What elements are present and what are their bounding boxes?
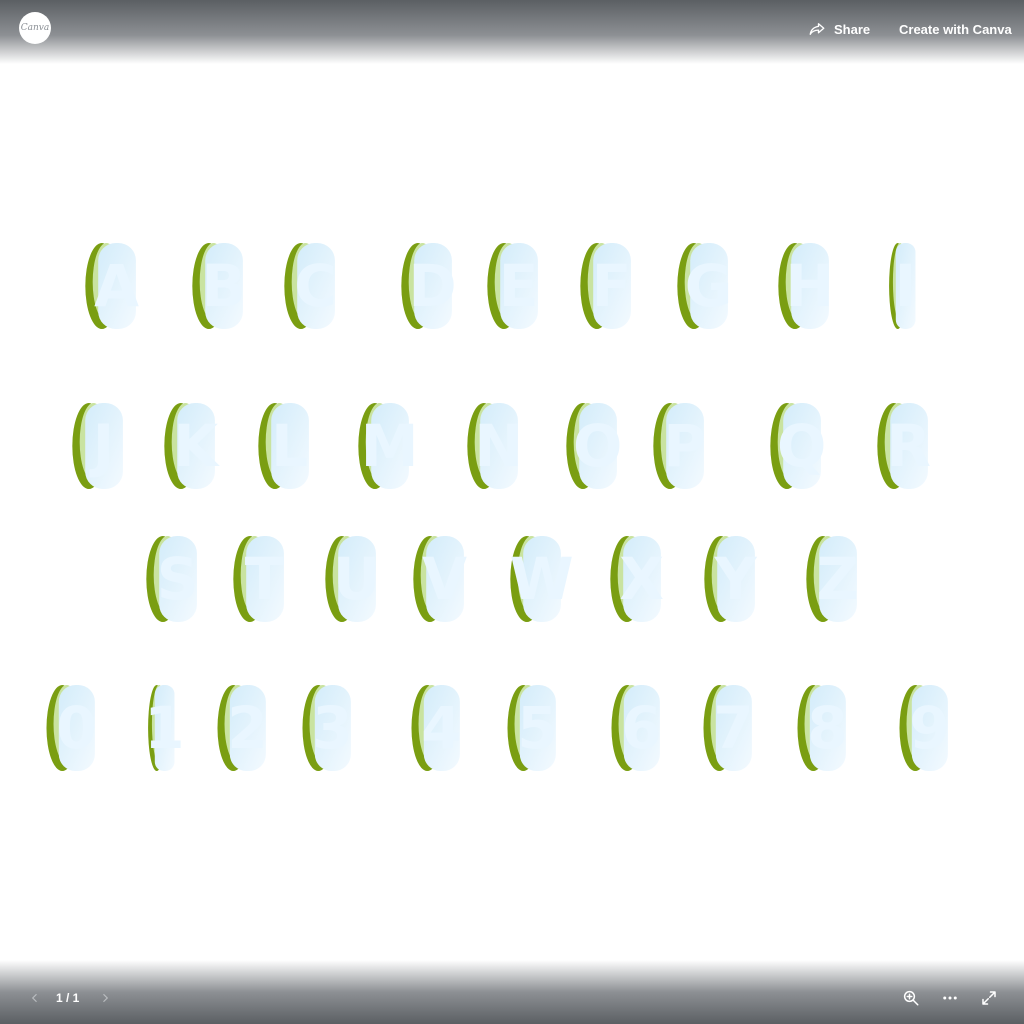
glyph-W: W (510, 536, 574, 622)
glyph-letter: Q (777, 412, 826, 480)
glyph-letter: S (157, 545, 199, 613)
previous-page-button[interactable] (28, 990, 42, 1006)
glyph-letter: F (592, 252, 632, 320)
glyph-letter: P (663, 412, 706, 480)
glyph-Q: Q (770, 403, 826, 489)
glyph-letter: 8 (807, 694, 847, 762)
more-options-icon (943, 996, 957, 1000)
glyph-letter: Y (714, 545, 758, 613)
glyph-letter: A (94, 252, 139, 320)
glyph-F: F (580, 243, 631, 329)
glyph-letter: I (895, 252, 917, 320)
alphabet-artwork: A B C D E F G H I J K L M N O P Q R S T U V W X Y Z 0 1 2 3 4 5 6 7 8 9 (46, 243, 950, 771)
glyph-8: 8 (797, 685, 848, 771)
glyph-4: 4 (411, 685, 462, 771)
glyph-letter: Z (817, 545, 859, 613)
glyph-J: J (72, 403, 123, 489)
chevron-right-icon (103, 993, 109, 1003)
glyph-Y: Y (704, 536, 758, 622)
glyph-letter: 6 (621, 694, 661, 762)
glyph-letter: W (510, 545, 574, 613)
glyph-letter: U (333, 545, 380, 613)
glyph-letter: D (409, 252, 457, 320)
glyph-K: K (164, 403, 220, 489)
design-canvas: ABC DEFGHI JKLMNOP QR STUVWXYZ 0123 456789 (0, 64, 1024, 960)
glyph-2: 2 (217, 685, 268, 771)
glyph-letter: 1 (144, 694, 184, 762)
zoom-button[interactable] (901, 988, 921, 1008)
glyph-B: B (192, 243, 246, 329)
glyph-I: I (889, 243, 916, 329)
glyph-A: A (85, 243, 139, 329)
glyph-5: 5 (507, 685, 558, 771)
glyph-letter: R (886, 412, 931, 480)
glyph-D: D (401, 243, 457, 329)
chevron-left-icon (31, 993, 37, 1003)
share-button[interactable]: Share (808, 18, 870, 40)
glyph-0: 0 (46, 685, 97, 771)
glyph-1: 1 (144, 685, 185, 771)
logo-text: Canva (20, 23, 50, 33)
glyph-letter: E (499, 252, 539, 320)
glyph-C: C (284, 243, 337, 329)
glyph-7: 7 (703, 685, 754, 771)
glyph-letter: M (361, 412, 419, 480)
glyph-letter: O (573, 412, 622, 480)
glyph-X: X (610, 536, 664, 622)
fullscreen-icon (982, 991, 996, 1005)
glyph-6: 6 (611, 685, 662, 771)
bottom-toolbar: 1 / 1 (0, 960, 1024, 1024)
glyph-letter: 7 (713, 694, 753, 762)
glyph-letter: 5 (517, 694, 557, 762)
glyph-letter: N (474, 412, 523, 480)
glyph-letter: K (173, 412, 220, 480)
page-indicator: 1 / 1 (56, 991, 80, 1005)
glyph-O: O (566, 403, 622, 489)
glyph-T: T (233, 536, 285, 622)
glyph-letter: 0 (56, 694, 96, 762)
more-options-button[interactable] (940, 988, 960, 1008)
create-with-canva-button[interactable]: Create with Canva (899, 18, 1012, 40)
glyph-S: S (146, 536, 198, 622)
glyph-letter: H (785, 252, 834, 320)
glyph-V: V (413, 536, 467, 622)
glyph-E: E (487, 243, 538, 329)
share-icon (809, 23, 825, 35)
canva-logo[interactable]: Canva (19, 12, 51, 44)
glyph-Z: Z (806, 536, 859, 622)
glyph-R: R (877, 403, 931, 489)
glyph-3: 3 (302, 685, 353, 771)
glyph-9: 9 (899, 685, 950, 771)
zoom-in-icon (903, 990, 919, 1006)
glyph-letter: B (201, 252, 245, 320)
create-label: Create with Canva (899, 21, 1012, 37)
top-toolbar: Canva Share Create with Canva (0, 0, 1024, 64)
glyph-P: P (653, 403, 706, 489)
fullscreen-button[interactable] (979, 988, 999, 1008)
glyph-M: M (358, 403, 418, 489)
next-page-button[interactable] (98, 990, 112, 1006)
glyph-letter: C (294, 252, 337, 320)
glyph-letter: G (685, 252, 733, 320)
glyph-letter: V (422, 545, 467, 613)
glyph-N: N (467, 403, 523, 489)
glyph-H: H (778, 243, 834, 329)
glyph-letter: X (619, 545, 664, 613)
glyph-L: L (258, 403, 309, 489)
glyph-U: U (325, 536, 380, 622)
glyph-letter: 2 (227, 694, 267, 762)
glyph-letter: T (245, 545, 285, 613)
share-label: Share (834, 21, 871, 37)
glyph-letter: J (89, 412, 115, 480)
glyph-G: G (677, 243, 732, 329)
glyph-letter: L (271, 412, 308, 480)
glyph-letter: 3 (312, 694, 352, 762)
glyph-letter: 9 (909, 694, 949, 762)
glyph-letter: 4 (421, 694, 461, 762)
